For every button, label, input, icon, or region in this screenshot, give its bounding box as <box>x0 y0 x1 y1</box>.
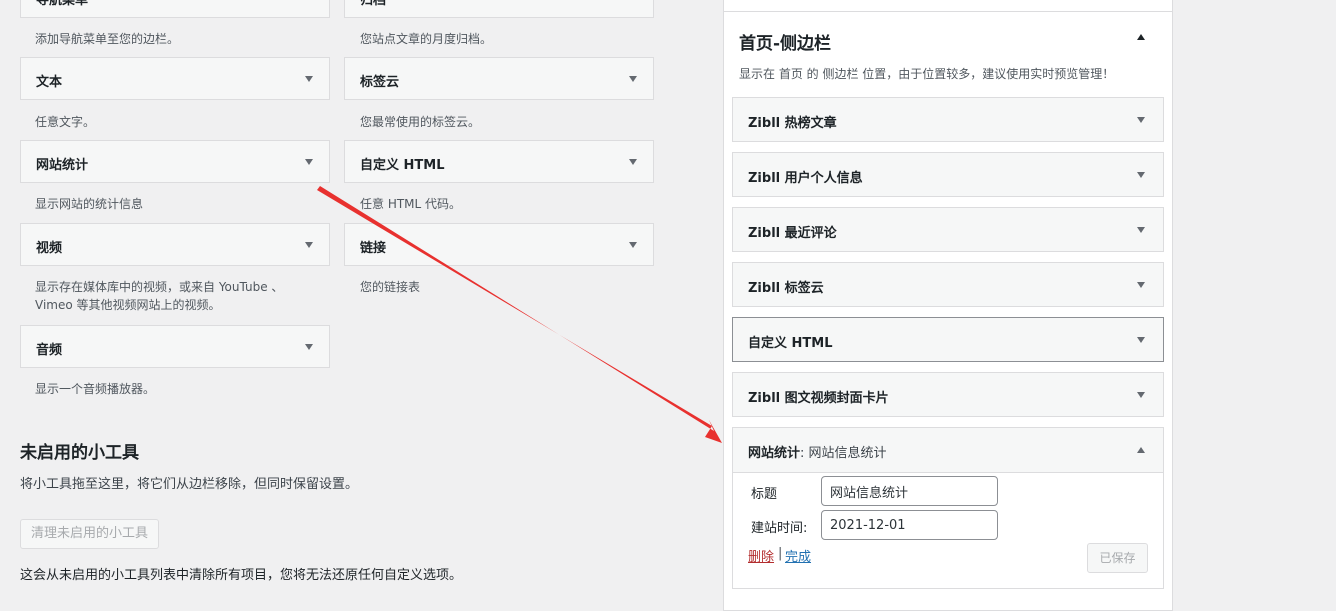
collapse-caret-icon[interactable] <box>1137 34 1145 40</box>
chevron-down-icon[interactable] <box>305 159 313 165</box>
widget-subtitle: : 网站信息统计 <box>800 446 887 461</box>
clear-inactive-desc: 这会从未启用的小工具列表中清除所有项目，您将无法还原任何自定义选项。 <box>20 568 463 583</box>
widget-title: Zibll 最近评论 <box>748 226 837 241</box>
widget-title: 音频 <box>36 343 63 358</box>
sidebar-widget[interactable]: Zibll 热榜文章 <box>732 97 1164 142</box>
widget-title: 自定义 HTML <box>748 336 833 351</box>
inactive-widgets-title: 未启用的小工具 <box>20 443 139 463</box>
clear-inactive-button[interactable]: 清理未启用的小工具 <box>20 519 159 549</box>
widget-title: Zibll 标签云 <box>748 281 824 296</box>
widget-title: Zibll 热榜文章 <box>748 116 837 131</box>
widget-desc: 您站点文章的月度归档。 <box>360 32 493 46</box>
link-separator: | <box>778 546 783 561</box>
sidebar-widget[interactable]: Zibll 用户个人信息 <box>732 152 1164 197</box>
saved-button[interactable]: 已保存 <box>1087 543 1148 573</box>
widget-title: 导航菜单 <box>36 0 89 8</box>
widget-desc: 显示一个音频播放器。 <box>35 382 156 396</box>
chevron-down-icon[interactable] <box>1137 172 1145 178</box>
chevron-down-icon[interactable] <box>305 76 313 82</box>
chevron-down-icon[interactable] <box>629 159 637 165</box>
widget-desc: 显示网站的统计信息 <box>35 197 144 211</box>
sidebar-desc: 显示在 首页 的 侧边栏 位置，由于位置较多，建议使用实时预览管理！ <box>739 67 1115 81</box>
widget-site-stats[interactable]: 网站统计 <box>20 140 330 183</box>
widget-desc: 任意 HTML 代码。 <box>360 197 462 211</box>
widget-desc: 显示存在媒体库中的视频，或来自 YouTube 、 <box>35 280 284 294</box>
date-input[interactable] <box>821 510 998 540</box>
widget-title: 视频 <box>36 241 63 256</box>
title-label: 标题 <box>751 487 778 502</box>
inactive-widgets-desc: 将小工具拖至这里，将它们从边栏移除，但同时保留设置。 <box>20 477 359 492</box>
widget-title: 链接 <box>360 241 387 256</box>
widget-text[interactable]: 文本 <box>20 57 330 100</box>
widget-title: Zibll 用户个人信息 <box>748 171 863 186</box>
done-link[interactable]: 完成 <box>785 546 811 565</box>
widget-desc: 您的链接表 <box>360 280 421 294</box>
widget-links[interactable]: 链接 <box>344 223 654 266</box>
widget-custom-html[interactable]: 自定义 HTML <box>344 140 654 183</box>
sidebar-widget[interactable]: Zibll 图文视频封面卡片 <box>732 372 1164 417</box>
chevron-down-icon[interactable] <box>1137 227 1145 233</box>
widget-title: 自定义 HTML <box>360 158 445 173</box>
widget-archives[interactable]: 归档 <box>344 0 654 18</box>
widget-desc: 任意文字。 <box>35 115 96 129</box>
title-input[interactable] <box>821 476 998 506</box>
sidebar-widget[interactable]: 自定义 HTML <box>732 317 1164 362</box>
expanded-widget-header[interactable]: 网站统计: 网站信息统计 <box>733 428 1163 473</box>
chevron-down-icon[interactable] <box>1137 392 1145 398</box>
chevron-down-icon[interactable] <box>305 242 313 248</box>
widget-title: Zibll 图文视频封面卡片 <box>748 391 889 406</box>
chevron-down-icon[interactable] <box>1137 337 1145 343</box>
widget-desc: 您最常使用的标签云。 <box>360 115 481 129</box>
widget-name: 网站统计 <box>748 446 801 461</box>
chevron-down-icon[interactable] <box>305 344 313 350</box>
widget-video[interactable]: 视频 <box>20 223 330 266</box>
delete-link[interactable]: 删除 <box>748 546 774 565</box>
widget-title: 网站统计 <box>36 158 89 173</box>
widget-audio[interactable]: 音频 <box>20 325 330 368</box>
chevron-up-icon[interactable] <box>1137 447 1145 453</box>
sidebar-widget[interactable]: Zibll 标签云 <box>732 262 1164 307</box>
widget-desc: Vimeo 等其他视频网站上的视频。 <box>35 298 221 312</box>
chevron-down-icon[interactable] <box>629 76 637 82</box>
expanded-widget-site-stats: 网站统计: 网站信息统计 标题 建站时间: 删除 | 完成 已保存 <box>732 427 1164 589</box>
previous-panel-bottom <box>723 0 1173 11</box>
widget-nav-menu[interactable]: 导航菜单 <box>20 0 330 18</box>
widget-title: 归档 <box>360 0 387 8</box>
widget-title: 标签云 <box>360 75 400 90</box>
date-label: 建站时间: <box>751 521 808 536</box>
chevron-down-icon[interactable] <box>1137 282 1145 288</box>
sidebar-widget[interactable]: Zibll 最近评论 <box>732 207 1164 252</box>
widget-title: 网站统计: 网站信息统计 <box>748 442 887 461</box>
sidebar-title[interactable]: 首页-侧边栏 <box>739 29 831 54</box>
widget-tag-cloud[interactable]: 标签云 <box>344 57 654 100</box>
chevron-down-icon[interactable] <box>1137 117 1145 123</box>
widget-desc: 添加导航菜单至您的边栏。 <box>35 32 180 46</box>
chevron-down-icon[interactable] <box>629 242 637 248</box>
widget-title: 文本 <box>36 75 63 90</box>
